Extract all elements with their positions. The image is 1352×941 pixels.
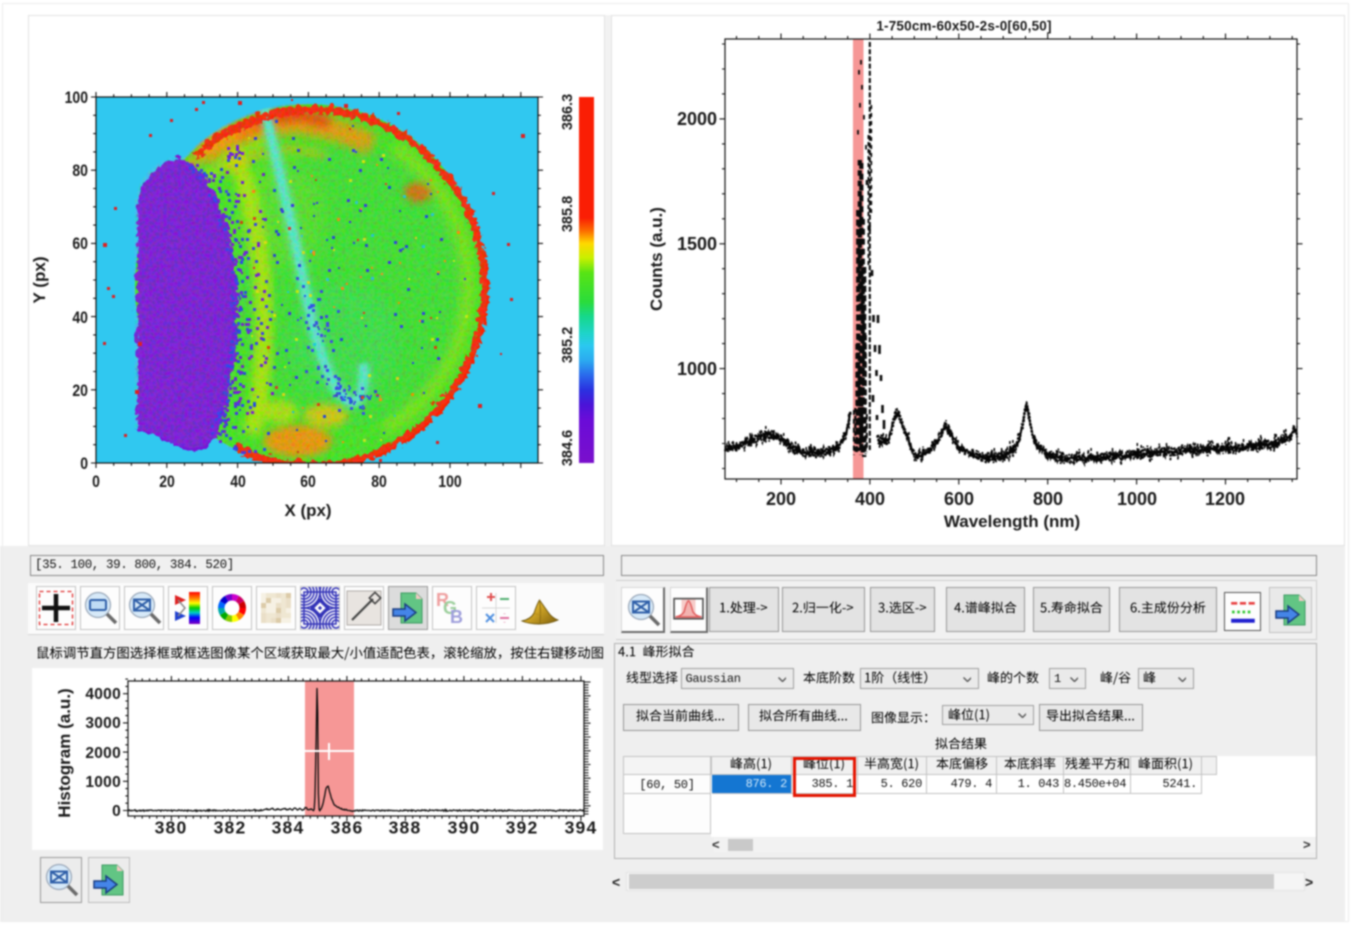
svg-text:60: 60 xyxy=(72,234,88,253)
svg-text:0: 0 xyxy=(92,472,100,491)
svg-text:4000: 4000 xyxy=(85,686,121,703)
svg-text:80: 80 xyxy=(371,472,387,491)
svg-text:Counts (a.u.): Counts (a.u.) xyxy=(647,207,666,311)
svg-text:1200: 1200 xyxy=(1205,489,1245,509)
svg-text:385.8: 385.8 xyxy=(560,196,576,232)
svg-text:1-750cm-60x50-2s-0[60,50]: 1-750cm-60x50-2s-0[60,50] xyxy=(876,19,1051,34)
svg-text:Histogram (a.u.): Histogram (a.u.) xyxy=(55,688,74,817)
svg-text:380: 380 xyxy=(155,818,188,838)
svg-text:392: 392 xyxy=(506,818,539,838)
svg-text:3000: 3000 xyxy=(85,715,121,732)
svg-text:200: 200 xyxy=(766,489,796,509)
svg-text:1000: 1000 xyxy=(677,359,717,379)
svg-text:800: 800 xyxy=(1033,489,1063,509)
svg-text:2000: 2000 xyxy=(85,745,121,762)
svg-text:400: 400 xyxy=(855,489,885,509)
svg-text:20: 20 xyxy=(72,381,88,400)
svg-text:0: 0 xyxy=(112,803,121,820)
svg-text:382: 382 xyxy=(214,818,247,838)
svg-text:Wavelength (nm): Wavelength (nm) xyxy=(944,512,1080,531)
svg-text:X (px): X (px) xyxy=(285,501,332,520)
svg-text:384.6: 384.6 xyxy=(560,430,576,466)
svg-text:1500: 1500 xyxy=(677,234,717,254)
svg-text:B: B xyxy=(450,607,463,627)
svg-text:60: 60 xyxy=(300,472,316,491)
svg-text:80: 80 xyxy=(72,161,88,180)
svg-text:100: 100 xyxy=(65,88,88,107)
svg-text:386: 386 xyxy=(331,818,364,838)
svg-text:390: 390 xyxy=(448,818,481,838)
svg-text:40: 40 xyxy=(230,472,246,491)
svg-text:394: 394 xyxy=(565,818,598,838)
svg-text:100: 100 xyxy=(438,472,461,491)
svg-text:386.3: 386.3 xyxy=(560,94,576,130)
svg-text:1000: 1000 xyxy=(85,774,121,791)
svg-text:2000: 2000 xyxy=(677,109,717,129)
svg-text:600: 600 xyxy=(944,489,974,509)
svg-text:388: 388 xyxy=(389,818,422,838)
svg-text:385.2: 385.2 xyxy=(560,327,576,363)
svg-text:40: 40 xyxy=(72,308,88,327)
svg-text:Y (px): Y (px) xyxy=(30,257,49,304)
svg-text:384: 384 xyxy=(272,818,305,838)
svg-text:20: 20 xyxy=(159,472,175,491)
svg-text:1000: 1000 xyxy=(1117,489,1157,509)
svg-text:0: 0 xyxy=(80,454,88,473)
